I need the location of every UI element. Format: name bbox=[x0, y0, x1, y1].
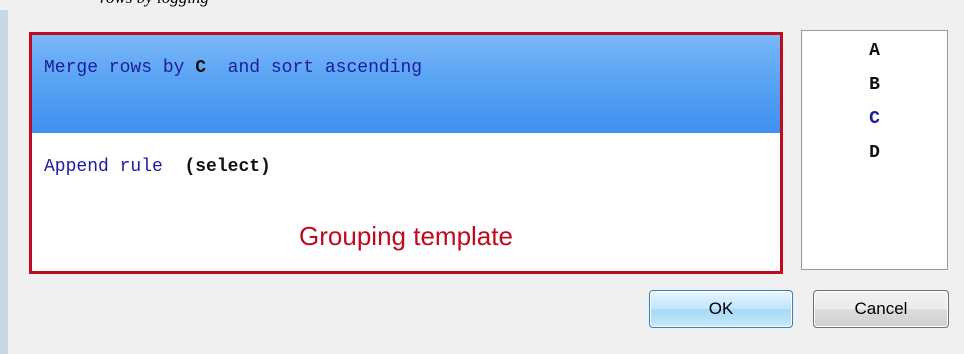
dialog: Merge rows by C and sort ascending Appen… bbox=[8, 10, 964, 354]
merge-rule-text: Merge rows by C and sort ascending bbox=[44, 58, 422, 78]
column-list-item-a[interactable]: A bbox=[802, 41, 947, 61]
merge-column-value[interactable]: C bbox=[195, 58, 206, 78]
merge-rule-suffix: and sort ascending bbox=[206, 58, 423, 78]
template-caption: Grouping template bbox=[299, 221, 513, 251]
window-title: rows by logging bbox=[100, 0, 209, 8]
grouping-template-box: Merge rows by C and sort ascending Appen… bbox=[29, 32, 783, 274]
column-list-item-b[interactable]: B bbox=[802, 75, 947, 95]
append-rule-label: Append rule bbox=[44, 157, 174, 177]
append-rule-row[interactable]: Append rule (select) bbox=[44, 157, 271, 177]
title-bar: rows by logging bbox=[0, 0, 964, 10]
ok-button[interactable]: OK bbox=[649, 290, 793, 328]
column-list-item-c[interactable]: C bbox=[802, 109, 947, 129]
append-rule-value[interactable]: (select) bbox=[184, 157, 270, 177]
merge-rule-row[interactable]: Merge rows by C and sort ascending bbox=[32, 35, 780, 133]
column-list[interactable]: A B C D bbox=[801, 30, 948, 270]
cancel-button[interactable]: Cancel bbox=[813, 290, 949, 328]
column-list-item-d[interactable]: D bbox=[802, 143, 947, 163]
merge-rule-prefix: Merge rows by bbox=[44, 58, 196, 78]
